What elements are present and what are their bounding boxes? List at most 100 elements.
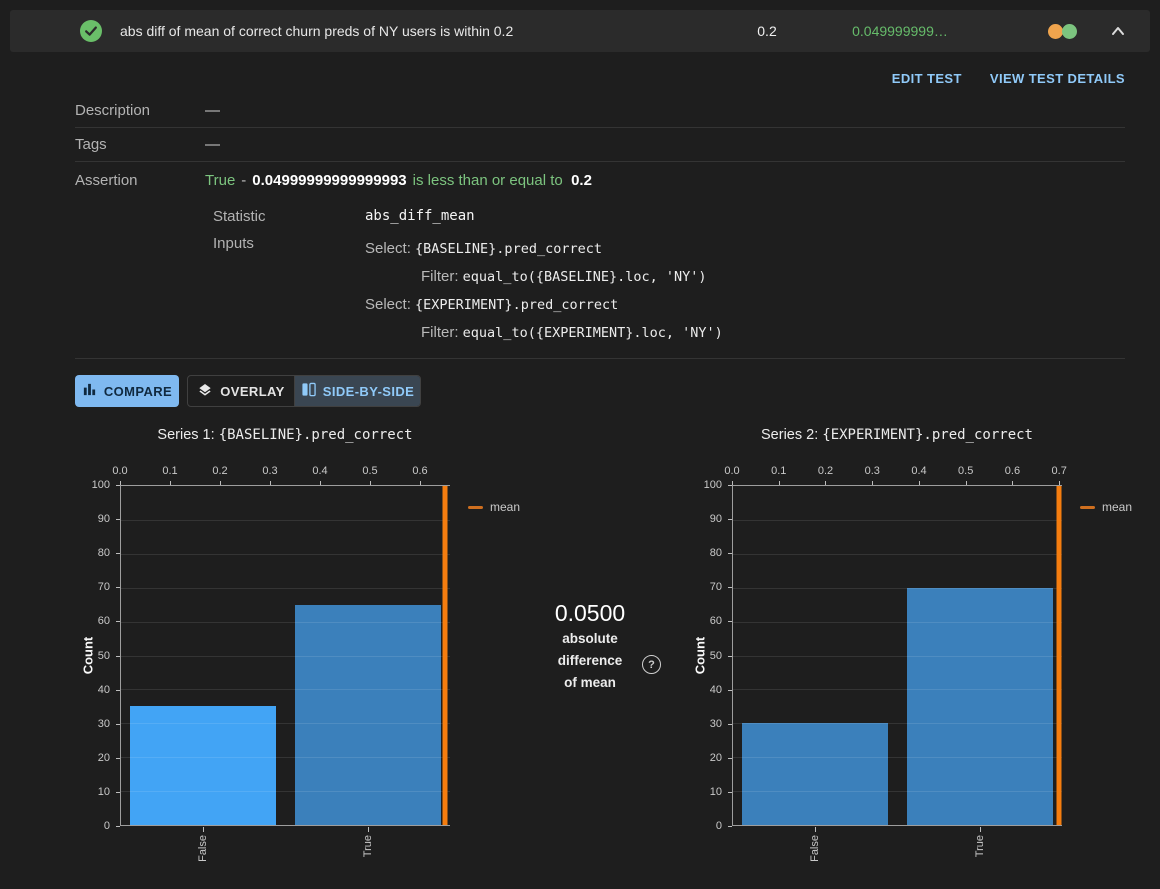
gridline — [121, 656, 450, 657]
mean-legend-label: mean — [1102, 500, 1132, 514]
x-tick-label: False — [809, 835, 821, 862]
description-value: — — [205, 102, 220, 119]
test-actions: EDIT TEST VIEW TEST DETAILS — [868, 71, 1125, 86]
top-tick-label: 0.2 — [818, 465, 833, 477]
x-axis: False True — [732, 827, 1062, 883]
gridline — [733, 554, 1062, 555]
inputs-value: Select: {BASELINE}.pred_correct Filter: … — [365, 235, 723, 347]
top-tick-label: 0.5 — [362, 465, 377, 477]
section-divider — [75, 358, 1125, 359]
test-detail-table: Description — Tags — Assertion True-0.04… — [75, 94, 1125, 347]
top-tick-label: 0.6 — [412, 465, 427, 477]
plot-area — [732, 485, 1062, 826]
side-by-side-icon — [301, 382, 316, 400]
assertion-row: Assertion True-0.04999999999999993is les… — [75, 162, 1125, 198]
check-circle-icon — [80, 20, 102, 42]
test-result-value: 0.049999999… — [800, 10, 1000, 52]
baseline-filter-expression: equal_to({BASELINE}.loc, 'NY') — [463, 269, 707, 285]
assertion-label: Assertion — [75, 172, 205, 189]
test-details-panel: abs diff of mean of correct churn preds … — [0, 0, 1160, 889]
y-tick-label: 0 — [716, 819, 722, 833]
x-tick-mark — [980, 827, 981, 832]
difference-value: 0.0500 — [525, 598, 655, 628]
gridline — [733, 723, 1062, 724]
description-row: Description — — [75, 94, 1125, 128]
mean-line — [443, 486, 448, 825]
test-title: abs diff of mean of correct churn preds … — [120, 10, 513, 52]
test-threshold: 0.2 — [737, 10, 797, 52]
baseline-dot-icon — [1048, 24, 1063, 39]
top-tick-label: 0.5 — [958, 465, 973, 477]
tags-row: Tags — — [75, 128, 1125, 162]
x-tick-mark — [368, 827, 369, 832]
top-tick-label: 0.4 — [911, 465, 926, 477]
legend: mean — [468, 500, 520, 514]
gridline — [733, 656, 1062, 657]
view-test-details-button[interactable]: VIEW TEST DETAILS — [990, 71, 1125, 86]
gridline — [121, 689, 450, 690]
experiment-filter-expression: equal_to({EXPERIMENT}.loc, 'NY') — [463, 325, 723, 341]
gridline — [121, 723, 450, 724]
mean-legend-swatch — [1080, 506, 1095, 509]
test-row-header[interactable]: abs diff of mean of correct churn preds … — [10, 10, 1150, 52]
gridline — [733, 520, 1062, 521]
gridline — [733, 622, 1062, 623]
inputs-label: Inputs — [213, 235, 365, 347]
mean-legend-label: mean — [490, 500, 520, 514]
x-tick-label: True — [974, 835, 986, 857]
chart-title: Series 1: {BASELINE}.pred_correct — [120, 427, 450, 443]
gridline — [733, 689, 1062, 690]
edit-test-button[interactable]: EDIT TEST — [892, 71, 962, 86]
mean-legend-swatch — [468, 506, 483, 509]
legend: mean — [1080, 500, 1132, 514]
difference-summary: 0.0500 absolute difference of mean ? — [525, 598, 655, 694]
top-tick-label: 0.4 — [312, 465, 327, 477]
y-axis-title: Count — [73, 485, 103, 826]
overlay-sidebyside-toggle: OVERLAY SIDE-BY-SIDE — [187, 375, 421, 407]
top-axis: 0.00.10.20.30.40.50.6 — [120, 463, 450, 485]
side-by-side-button[interactable]: SIDE-BY-SIDE — [294, 376, 420, 406]
top-tick-label: 0.2 — [212, 465, 227, 477]
gridline — [121, 757, 450, 758]
y-tick-label: 0 — [104, 819, 110, 833]
gridline — [733, 757, 1062, 758]
top-tick-label: 0.3 — [865, 465, 880, 477]
gridline — [121, 554, 450, 555]
split-color-dots — [1048, 24, 1077, 39]
y-axis-title: Count — [685, 485, 715, 826]
gridline — [733, 791, 1062, 792]
bar-false — [742, 723, 888, 825]
top-tick-label: 0.6 — [1005, 465, 1020, 477]
gridline — [121, 520, 450, 521]
assertion-text: True-0.04999999999999993is less than or … — [205, 172, 598, 189]
inputs-row: Inputs Select: {BASELINE}.pred_correct F… — [213, 235, 1125, 347]
question-circle-icon[interactable]: ? — [642, 655, 661, 674]
top-tick-label: 0.1 — [771, 465, 786, 477]
layers-icon — [197, 382, 213, 401]
top-tick-label: 0.3 — [262, 465, 277, 477]
chart-view-toolbar: COMPARE OVERLAY SIDE- — [75, 375, 421, 407]
baseline-select-expression: {BASELINE}.pred_correct — [415, 241, 602, 257]
x-axis: FalseTrue — [120, 827, 450, 883]
statistic-label: Statistic — [213, 208, 365, 225]
description-label: Description — [75, 102, 205, 119]
bar-chart-icon — [82, 382, 97, 400]
tags-label: Tags — [75, 136, 205, 153]
experiment-dot-icon — [1062, 24, 1077, 39]
tags-value: — — [205, 136, 220, 153]
bar-true — [907, 588, 1053, 825]
x-tick-mark — [203, 827, 204, 832]
top-tick-label: 0.7 — [1052, 465, 1067, 477]
top-tick-label: 0.0 — [724, 465, 739, 477]
gridline — [121, 791, 450, 792]
compare-button[interactable]: COMPARE — [75, 375, 179, 407]
mean-line — [1057, 486, 1062, 825]
overlay-button[interactable]: OVERLAY — [188, 376, 294, 406]
x-tick-label: False — [197, 835, 209, 862]
plot-area — [120, 485, 450, 826]
baseline-histogram-chart: Series 1: {BASELINE}.pred_correct 0.00.1… — [70, 420, 548, 885]
gridline — [121, 622, 450, 623]
chevron-up-icon[interactable] — [1106, 19, 1130, 43]
top-tick-label: 0.0 — [112, 465, 127, 477]
gridline — [733, 588, 1062, 589]
